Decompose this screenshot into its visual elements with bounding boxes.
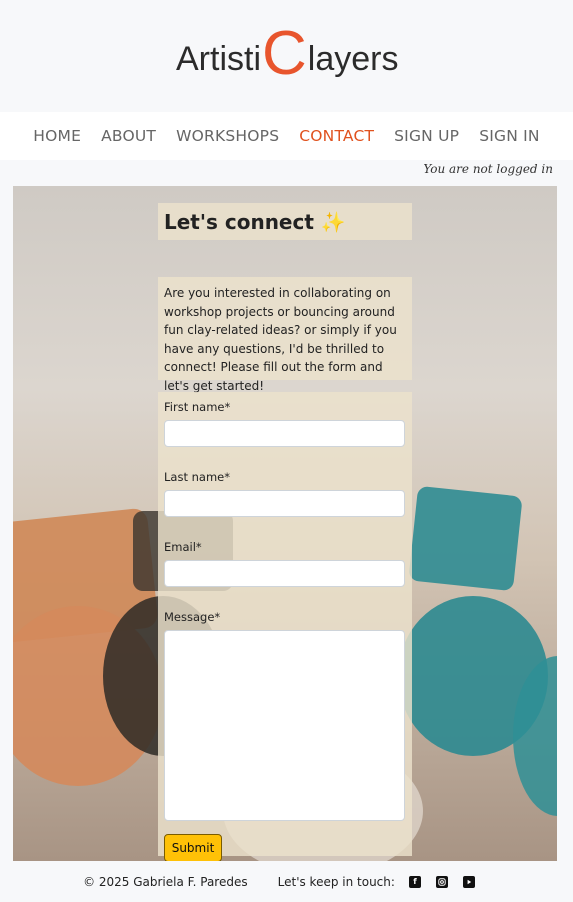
main-nav: HOME ABOUT WORKSHOPS CONTACT SIGN UP SIG… — [0, 112, 573, 160]
nav-about[interactable]: ABOUT — [101, 127, 156, 145]
message-textarea[interactable] — [164, 630, 405, 821]
logo-text-end: layers — [307, 40, 399, 78]
intro-text: Are you interested in collaborating on w… — [164, 286, 397, 393]
site-footer: © 2025 Gabriela F. Paredes Let's keep in… — [0, 861, 573, 902]
site-header: Artisti C layers — [0, 0, 573, 112]
last-name-label: Last name* — [164, 470, 230, 484]
intro-box: Are you interested in collaborating on w… — [158, 277, 412, 393]
copyright-text: © 2025 Gabriela F. Paredes — [83, 874, 248, 889]
first-name-label: First name* — [164, 400, 231, 414]
last-name-input[interactable] — [164, 490, 405, 517]
login-status: You are not logged in — [423, 162, 553, 176]
contact-form: First name* Last name* Email* Message* S… — [158, 392, 412, 861]
keep-in-touch-label: Let's keep in touch: — [277, 874, 395, 889]
first-name-input[interactable] — [164, 420, 405, 447]
title-box: Let's connect ✨ — [158, 203, 412, 240]
page-title: Let's connect ✨ — [164, 209, 346, 234]
nav-home[interactable]: HOME — [33, 127, 81, 145]
logo-big-letter: C — [262, 19, 307, 89]
facebook-icon[interactable]: f — [408, 875, 421, 888]
email-label: Email* — [164, 540, 202, 554]
logo-text-start: Artisti — [176, 40, 261, 78]
brand-logo[interactable]: Artisti C layers — [176, 19, 399, 89]
nav-sign-in[interactable]: SIGN IN — [479, 127, 540, 145]
hero-background: Let's connect ✨ Are you interested in co… — [13, 186, 557, 861]
instagram-icon[interactable] — [435, 875, 448, 888]
youtube-icon[interactable] — [462, 875, 475, 888]
nav-sign-up[interactable]: SIGN UP — [394, 127, 459, 145]
submit-button[interactable]: Submit — [164, 834, 222, 861]
background-blob-teal-square — [408, 485, 523, 592]
message-label: Message* — [164, 610, 221, 624]
nav-workshops[interactable]: WORKSHOPS — [176, 127, 279, 145]
nav-contact[interactable]: CONTACT — [299, 127, 374, 145]
email-input[interactable] — [164, 560, 405, 587]
